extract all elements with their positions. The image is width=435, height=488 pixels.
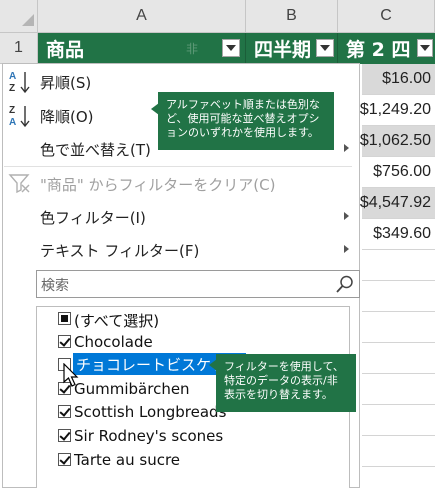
item-label-sir-rodneys-scones[interactable]: Sir Rodney's scones [74,427,223,445]
clear-filter-icon [8,172,32,194]
item-label-chocolade[interactable]: Chocolade [74,333,153,351]
header-cell-q2[interactable]: 第 2 四 [338,33,435,64]
header-cell-product-label: 商品 [46,39,85,61]
indeterminate-icon [61,315,68,322]
menu-color-filter[interactable]: 色フィルター(I) [40,207,146,228]
chevron-down-icon [226,45,236,51]
checkmark-icon [59,335,71,347]
cell-c5[interactable]: $756.00 [362,157,435,188]
header-cell-quarter-label: 四半期 [254,39,312,61]
mouse-pointer-icon [63,363,79,387]
cell-c3[interactable]: $1,249.20 [360,95,435,126]
menu-text-filter[interactable]: テキスト フィルター(F) [40,240,199,261]
column-header-b[interactable]: B [246,0,338,33]
checkmark-icon [59,405,71,417]
header-hidden-prefix: 非 [186,42,199,56]
cell-c6[interactable]: $4,547.92 [360,188,435,219]
menu-sort-descending[interactable]: 降順(O) [40,106,94,127]
cell-c4[interactable]: $1,062.50 [360,126,435,157]
empty-grid-area [362,250,435,488]
filter-dropdown-q2[interactable] [417,39,433,57]
header-cell-product[interactable]: 商品 非 [38,33,246,64]
menu-separator [4,166,352,167]
item-label-tarte-au-sucre[interactable]: Tarte au sucre [74,451,180,469]
select-all-checkbox[interactable] [58,312,71,325]
filter-search-placeholder: 検索 [41,278,69,294]
filter-callout: フィルターを使用して、特定のデータの表示/非表示を切り替えます。 [216,354,356,412]
checkmark-icon [59,429,71,441]
cell-c7[interactable]: $349.60 [362,219,435,250]
svg-text:A: A [9,71,16,82]
svg-text:Z: Z [9,83,15,94]
header-cell-q2-label: 第 2 四 [346,39,411,61]
menu-sort-ascending[interactable]: 昇順(S) [40,72,91,93]
item-label-scottish-longbreads[interactable]: Scottish Longbreads [74,403,226,421]
filter-dropdown-product[interactable] [222,39,240,57]
submenu-arrow-icon [344,212,349,220]
sort-ascending-icon: A Z [8,69,34,95]
item-label-gummibarchen[interactable]: Gummibärchen [74,380,190,398]
item-checkbox-scottish-longbreads[interactable] [58,405,71,418]
filter-dropdown-quarter[interactable] [316,39,334,57]
checkmark-icon [59,453,71,465]
row-header-1[interactable]: 1 [0,33,38,64]
menu-sort-by-color[interactable]: 色で並べ替え(T) [40,139,151,160]
menu-clear-filter: "商品" からフィルターをクリア(C) [40,176,276,194]
svg-text:A: A [9,117,16,128]
filter-search-box[interactable]: 検索 [36,270,360,298]
svg-text:Z: Z [9,105,15,116]
item-checkbox-tarte-au-sucre[interactable] [58,453,71,466]
search-icon [336,275,353,293]
submenu-arrow-icon [344,245,349,253]
chevron-down-icon [420,45,430,51]
column-header-a[interactable]: A [38,0,246,33]
item-checkbox-sir-rodneys-scones[interactable] [58,429,71,442]
submenu-arrow-icon [344,144,349,152]
header-cell-quarter[interactable]: 四半期 [246,33,338,64]
column-header-c[interactable]: C [338,0,435,33]
item-checkbox-chocolade[interactable] [58,335,71,348]
cell-c2[interactable]: $16.00 [362,64,435,95]
select-all-label[interactable]: (すべて選択) [74,310,159,331]
sort-callout: アルファベット順または色別など、使用可能な並べ替えオプションのいずれかを使用しま… [158,92,334,150]
select-all-triangle-icon [22,14,34,26]
sort-descending-icon: Z A [8,103,34,129]
chevron-down-icon [320,45,330,51]
